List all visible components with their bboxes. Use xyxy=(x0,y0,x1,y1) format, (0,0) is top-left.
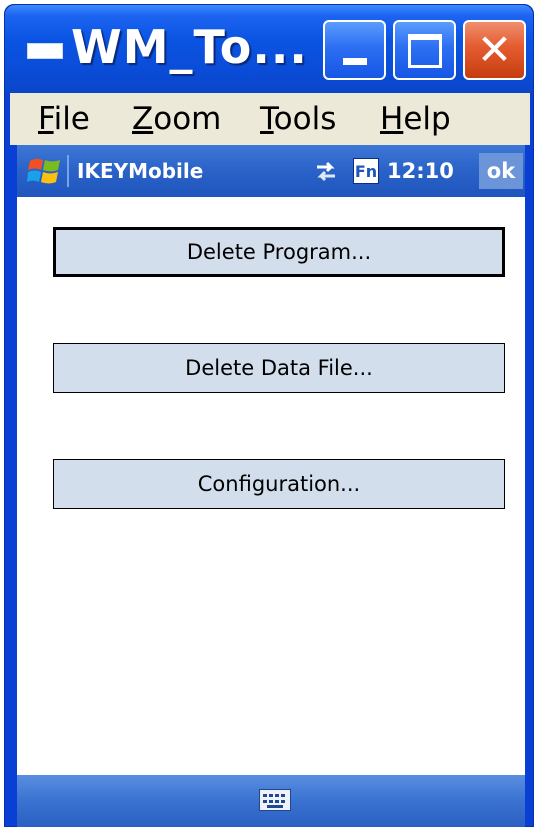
windows-start-icon[interactable] xyxy=(27,155,61,187)
fn-key-icon[interactable]: Fn xyxy=(353,158,379,184)
delete-program-button[interactable]: Delete Program... xyxy=(53,227,505,277)
ok-button[interactable]: ok xyxy=(479,153,523,189)
maximize-button[interactable] xyxy=(393,20,456,80)
window-system-icon[interactable] xyxy=(27,43,63,59)
keyboard-icon[interactable] xyxy=(259,789,291,811)
window-title: WM_To... xyxy=(71,20,308,74)
minimize-button[interactable] xyxy=(323,20,386,80)
maximize-icon xyxy=(408,34,442,68)
title-bar[interactable]: WM_To... ✕ xyxy=(5,5,533,93)
menu-zoom[interactable]: Zoom xyxy=(132,101,221,137)
close-button[interactable]: ✕ xyxy=(463,20,526,80)
close-icon: ✕ xyxy=(476,25,513,74)
menu-tools[interactable]: Tools xyxy=(260,101,336,137)
menu-bar: File Zoom Tools Help xyxy=(10,93,530,145)
minimize-icon xyxy=(343,58,367,65)
configuration-button[interactable]: Configuration... xyxy=(53,459,505,509)
menu-file[interactable]: File xyxy=(38,101,90,137)
menu-help[interactable]: Help xyxy=(380,101,451,137)
device-top-bar: IKEYMobile Fn 12:10 ok xyxy=(17,145,525,197)
connectivity-icon[interactable] xyxy=(313,159,339,183)
app-title: IKEYMobile xyxy=(77,159,204,183)
top-bar-divider xyxy=(67,155,69,187)
device-bottom-bar xyxy=(17,775,525,827)
device-screen: IKEYMobile Fn 12:10 ok Delete Program...… xyxy=(17,145,525,827)
clock[interactable]: 12:10 xyxy=(387,157,454,185)
delete-data-file-button[interactable]: Delete Data File... xyxy=(53,343,505,393)
emulator-window: WM_To... ✕ File Zoom Tools Help IKEYMobi… xyxy=(4,4,534,827)
